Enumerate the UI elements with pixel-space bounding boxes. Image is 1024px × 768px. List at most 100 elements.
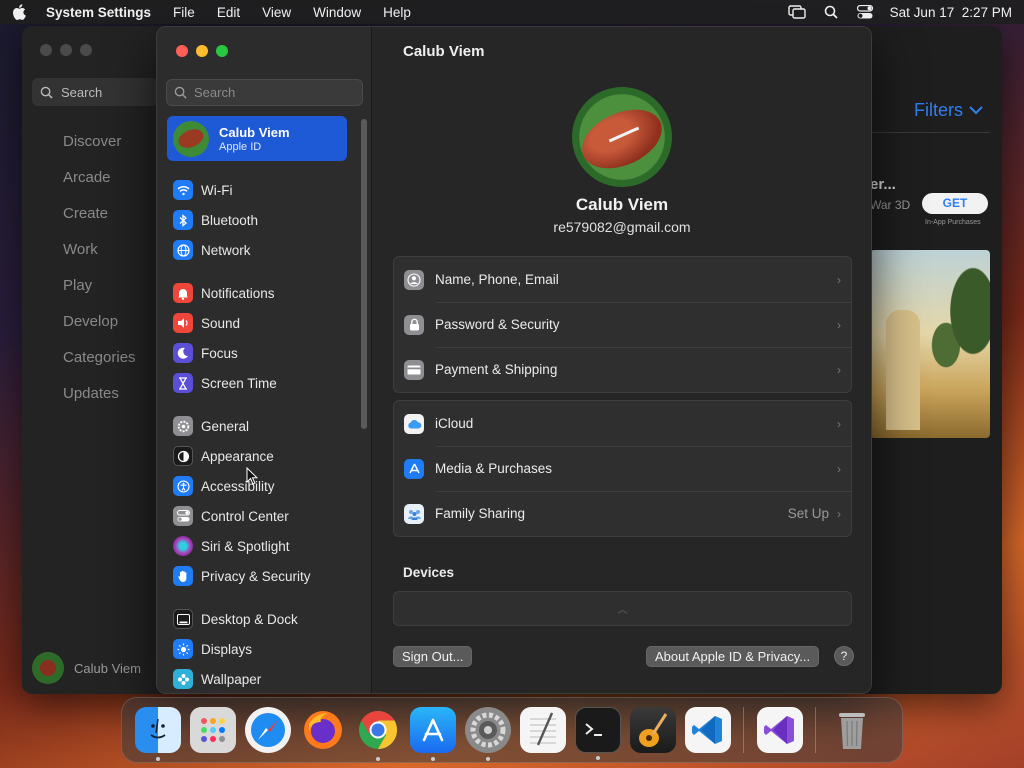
close-window-button[interactable]: [176, 45, 188, 57]
garageband-icon[interactable]: [629, 707, 676, 753]
profile-picture[interactable]: [572, 87, 672, 187]
sidebar-item-accessibility[interactable]: Accessibility: [173, 471, 311, 501]
safari-icon[interactable]: [244, 707, 291, 753]
control-center-status-icon[interactable]: [856, 5, 874, 19]
sidebar-item-bluetooth[interactable]: Bluetooth: [173, 205, 258, 235]
chevron-right-icon: ›: [837, 362, 841, 377]
app-store-icon[interactable]: [409, 707, 456, 761]
nav-discover[interactable]: Discover: [63, 130, 136, 166]
chevron-right-icon: ›: [837, 416, 841, 431]
chrome-icon[interactable]: [355, 707, 401, 761]
apple-menu-icon[interactable]: [12, 4, 28, 20]
vscode-icon[interactable]: [684, 707, 731, 753]
account-settings-card: Name, Phone, Email › Password & Security…: [393, 256, 852, 393]
visual-studio-icon[interactable]: [756, 707, 803, 753]
globe-icon: [173, 240, 193, 260]
row-label: Name, Phone, Email: [435, 272, 559, 287]
launchpad-icon[interactable]: [189, 707, 236, 753]
nav-develop[interactable]: Develop: [63, 310, 136, 346]
app-name-menu[interactable]: System Settings: [46, 5, 151, 20]
app-store-search[interactable]: Search: [32, 78, 158, 106]
hand-icon: [173, 566, 193, 586]
sidebar-item-privacy-security[interactable]: Privacy & Security: [173, 561, 311, 591]
sidebar-item-notifications[interactable]: Notifications: [173, 278, 277, 308]
filters-button[interactable]: Filters: [914, 100, 983, 121]
row-name-phone-email[interactable]: Name, Phone, Email ›: [394, 257, 851, 302]
nav-play[interactable]: Play: [63, 274, 136, 310]
window-menu[interactable]: Window: [313, 5, 361, 20]
help-menu[interactable]: Help: [383, 5, 411, 20]
row-label: Password & Security: [435, 317, 560, 332]
spotlight-search-icon[interactable]: [822, 5, 840, 19]
nav-create[interactable]: Create: [63, 202, 136, 238]
game-title[interactable]: er...: [870, 176, 896, 193]
sun-icon: [173, 639, 193, 659]
nav-work[interactable]: Work: [63, 238, 136, 274]
chevron-right-icon: ›: [837, 317, 841, 332]
avatar: [173, 120, 209, 157]
sidebar-item-label: Network: [201, 242, 251, 258]
menubar-clock[interactable]: Sat Jun 17 2:27 PM: [890, 5, 1012, 20]
row-icloud[interactable]: iCloud ›: [394, 401, 851, 446]
help-button[interactable]: ?: [834, 646, 854, 666]
app-store-user[interactable]: Calub Viem: [32, 652, 141, 684]
row-payment-shipping[interactable]: Payment & Shipping ›: [394, 347, 851, 392]
sidebar-item-wifi[interactable]: Wi-Fi: [173, 175, 258, 205]
nav-updates[interactable]: Updates: [63, 382, 136, 418]
sidebar-scrollbar[interactable]: [361, 119, 367, 429]
football-image: [573, 98, 671, 180]
textedit-icon[interactable]: [519, 707, 566, 753]
search-input[interactable]: [194, 85, 354, 100]
account-name: Calub Viem: [219, 124, 290, 140]
sidebar-item-siri-spotlight[interactable]: Siri & Spotlight: [173, 531, 311, 561]
zoom-window-button[interactable]: [216, 45, 228, 57]
appearance-icon: [173, 446, 193, 466]
row-family-sharing[interactable]: Family Sharing Set Up ›: [394, 491, 851, 536]
about-apple-id-privacy-button[interactable]: About Apple ID & Privacy...: [646, 646, 820, 667]
menu-bar: System Settings File Edit View Window He…: [0, 0, 1024, 24]
search-icon: [174, 86, 187, 99]
view-menu[interactable]: View: [262, 5, 291, 20]
sidebar-item-sound[interactable]: Sound: [173, 308, 277, 338]
file-menu[interactable]: File: [173, 5, 195, 20]
filters-label: Filters: [914, 100, 963, 120]
app-store-user-name: Calub Viem: [74, 660, 141, 676]
sidebar-item-general[interactable]: General: [173, 411, 311, 441]
sidebar-item-displays[interactable]: Displays: [173, 634, 298, 664]
nav-arcade[interactable]: Arcade: [63, 166, 136, 202]
sidebar-item-desktop-dock[interactable]: Desktop & Dock: [173, 604, 298, 634]
nav-group-desktop: Desktop & Dock Displays Wallpaper: [173, 604, 298, 693]
flower-icon: [173, 669, 193, 689]
get-button[interactable]: GET: [922, 193, 988, 214]
sidebar-item-network[interactable]: Network: [173, 235, 258, 265]
sidebar-item-screen-time[interactable]: Screen Time: [173, 368, 277, 398]
terminal-icon[interactable]: [574, 707, 621, 760]
row-label: iCloud: [435, 416, 474, 431]
system-settings-window: Calub Viem Apple ID Wi-Fi Bluetooth: [156, 26, 872, 694]
finder-icon[interactable]: [134, 707, 181, 761]
trash-icon[interactable]: [829, 707, 875, 753]
sidebar-item-wallpaper[interactable]: Wallpaper: [173, 664, 298, 693]
sidebar-item-apple-id[interactable]: Calub Viem Apple ID: [167, 116, 347, 161]
sidebar-search[interactable]: [166, 79, 363, 106]
nav-categories[interactable]: Categories: [63, 346, 136, 382]
row-media-purchases[interactable]: Media & Purchases ›: [394, 446, 851, 491]
sidebar-item-focus[interactable]: Focus: [173, 338, 277, 368]
screen-mirroring-icon[interactable]: [787, 5, 806, 19]
speaker-icon: [173, 313, 193, 333]
siri-icon: [173, 536, 193, 556]
sign-out-button[interactable]: Sign Out...: [393, 646, 473, 667]
nav-group-network: Wi-Fi Bluetooth Network: [173, 175, 258, 265]
divider: [870, 132, 990, 133]
firefox-icon[interactable]: [300, 707, 346, 753]
sidebar-item-control-center[interactable]: Control Center: [173, 501, 311, 531]
minimize-window-button[interactable]: [196, 45, 208, 57]
sidebar-item-appearance[interactable]: Appearance: [173, 441, 311, 471]
running-indicator: [485, 757, 490, 761]
game-poster-image[interactable]: [870, 250, 990, 438]
row-password-security[interactable]: Password & Security ›: [394, 302, 851, 347]
edit-menu[interactable]: Edit: [217, 5, 240, 20]
devices-list: ︿: [393, 591, 852, 626]
app-store-search-label: Search: [61, 84, 103, 100]
system-settings-icon[interactable]: [464, 707, 511, 761]
